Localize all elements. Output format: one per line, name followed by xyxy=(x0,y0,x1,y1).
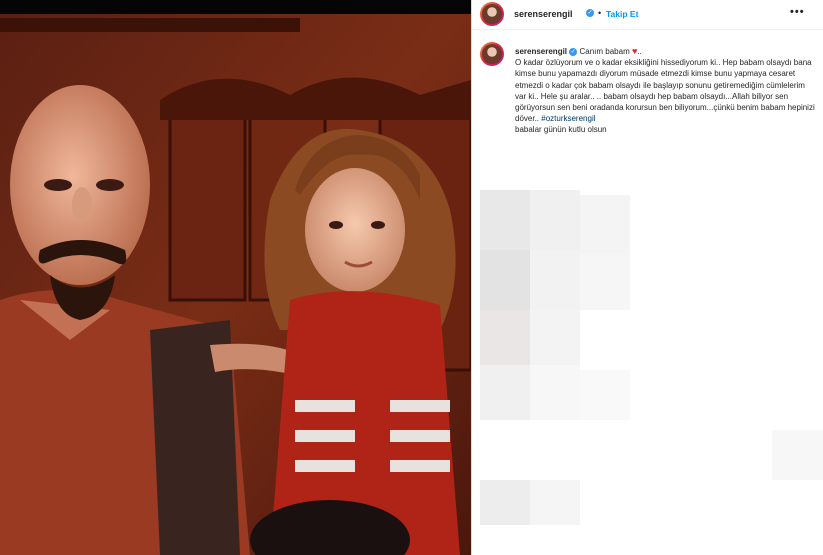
caption-avatar[interactable] xyxy=(480,42,504,66)
blurred-block xyxy=(580,195,630,255)
post-header: serenserengil ✓ • Takip Et ••• xyxy=(472,0,823,30)
post-photo-image xyxy=(0,0,471,555)
blurred-block xyxy=(530,190,580,250)
photo-top-bar xyxy=(0,0,471,14)
blurred-block xyxy=(480,250,530,310)
verified-badge-icon: ✓ xyxy=(569,47,578,56)
caption-username[interactable]: serenserengil xyxy=(515,47,567,56)
hashtag-link[interactable]: #ozturkserengil xyxy=(541,114,595,123)
author-username[interactable]: serenserengil xyxy=(514,9,573,19)
post-photo[interactable] xyxy=(0,0,471,555)
blurred-comments-area xyxy=(472,190,823,530)
blurred-block xyxy=(580,370,630,420)
blurred-block xyxy=(480,480,530,525)
verified-badge-icon: ✓ xyxy=(586,9,594,17)
follow-button[interactable]: Takip Et xyxy=(606,9,638,19)
post-caption: serenserengil ✓ Canım babam ♥.. O kadar … xyxy=(515,46,815,135)
blurred-block xyxy=(530,250,580,310)
author-avatar[interactable] xyxy=(480,2,504,26)
blurred-block xyxy=(580,255,630,310)
blurred-block xyxy=(530,310,580,365)
more-options-icon[interactable]: ••• xyxy=(790,6,805,18)
blurred-block xyxy=(480,310,530,365)
blurred-block xyxy=(530,365,580,420)
heart-icon: ♥ xyxy=(631,46,638,56)
caption-first-line: Canım babam xyxy=(579,47,630,56)
caption-last-line: babalar günün kutlu olsun xyxy=(515,125,607,135)
post-detail-panel: serenserengil ✓ • Takip Et ••• serensere… xyxy=(471,0,823,555)
separator-dot: • xyxy=(598,8,602,18)
blurred-block xyxy=(480,365,530,420)
blurred-block xyxy=(772,430,823,480)
blurred-block xyxy=(530,480,580,525)
blurred-block xyxy=(480,190,530,250)
